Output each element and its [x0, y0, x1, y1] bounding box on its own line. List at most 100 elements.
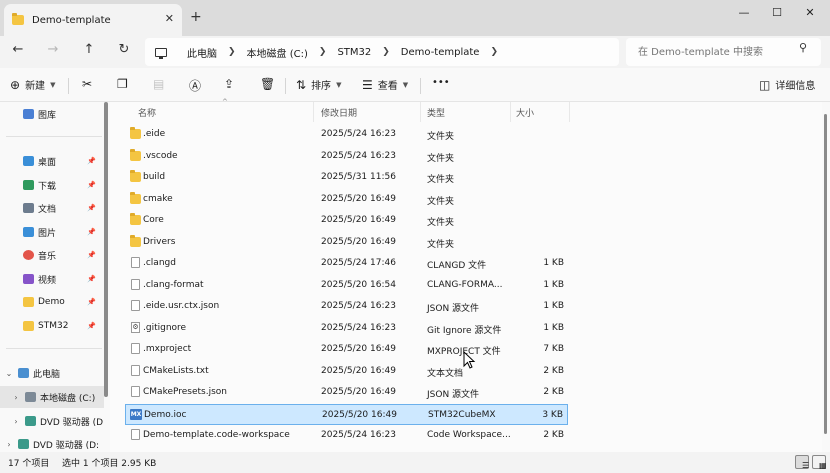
file-modified-date: 2025/5/24 16:23 — [321, 150, 396, 161]
sidebar-item-dvd-drive-2[interactable]: › DVD 驱动器 (D: — [0, 433, 104, 452]
file-type: Git Ignore 源文件 — [427, 325, 502, 336]
pin-icon: 📌 — [87, 251, 96, 259]
breadcrumb-stm32[interactable]: STM32 — [337, 47, 371, 58]
up-button[interactable]: ↑ — [80, 42, 98, 57]
view-button[interactable]: ☰ 查看 ▼ — [362, 77, 408, 93]
sidebar-item-videos[interactable]: 视频 📌 — [0, 268, 104, 290]
file-icon — [131, 300, 140, 311]
sidebar-item-this-pc[interactable]: ⌄ 此电脑 — [0, 362, 104, 384]
sidebar-item-gallery[interactable]: 图库 — [0, 103, 104, 125]
minimize-button[interactable]: — — [734, 6, 754, 19]
sidebar-item-downloads[interactable]: 下载 📌 — [0, 174, 104, 196]
file-row[interactable]: Drivers 2025/5/20 16:49 文件夹 — [125, 232, 568, 253]
new-tab-button[interactable]: + — [190, 9, 202, 25]
address-bar[interactable]: 此电脑 ❯ 本地磁盘 (C:) ❯ STM32 ❯ Demo-template … — [145, 38, 619, 66]
close-tab-icon[interactable]: ✕ — [165, 12, 174, 25]
copy-button[interactable]: ❐ — [117, 77, 133, 91]
column-header-modified[interactable]: 修改日期 — [321, 106, 357, 119]
desktop-icon — [23, 156, 34, 166]
file-row[interactable]: .eide.usr.ctx.json 2025/5/24 16:23 JSON 源文… — [125, 296, 568, 317]
file-type: CLANGD 文件 — [427, 261, 487, 271]
details-pane-button[interactable]: ◫ 详细信息 — [759, 77, 815, 93]
sort-button[interactable]: ⇅ 排序 ▼ — [296, 77, 342, 93]
sidebar-item-music[interactable]: 音乐 📌 — [0, 244, 104, 266]
search-input[interactable] — [626, 38, 821, 66]
sidebar-item-dvd-drive[interactable]: › DVD 驱动器 (D — [0, 410, 104, 432]
file-modified-date: 2025/5/24 16:23 — [321, 301, 396, 311]
file-row[interactable]: cmake 2025/5/20 16:49 文件夹 — [125, 189, 568, 210]
cut-button[interactable]: ✂ — [82, 77, 97, 91]
file-row[interactable]: .eide 2025/5/24 16:23 文件夹 — [125, 124, 568, 145]
chevron-right-icon[interactable]: › — [3, 440, 15, 449]
file-row[interactable]: CMakePresets.json 2025/5/20 16:49 JSON 源文件… — [125, 382, 568, 403]
sidebar-item-label: Demo — [38, 297, 65, 307]
file-row[interactable]: .clangd 2025/5/24 17:46 CLANGD 文件 1 KB — [125, 253, 568, 274]
file-row[interactable]: .mxproject 2025/5/20 16:49 MXPROJECT 文件 7 K… — [125, 339, 568, 360]
sort-ascending-icon: ^ — [222, 98, 228, 106]
sidebar-item-desktop[interactable]: 桌面 📌 — [0, 150, 104, 172]
sidebar-item-label: 文档 — [38, 204, 57, 215]
file-type: Code Workspace... — [427, 430, 511, 440]
column-divider[interactable] — [510, 102, 511, 122]
file-type: 文件夹 — [427, 196, 455, 207]
search-icon[interactable]: ⚲ — [799, 41, 807, 54]
file-size: 2 KB — [543, 387, 564, 397]
more-options-button[interactable]: ••• — [432, 77, 450, 88]
sort-label: 排序 — [311, 81, 332, 92]
sidebar-item-label: 下载 — [38, 181, 57, 192]
scrollbar-thumb[interactable] — [824, 114, 827, 434]
chevron-right-icon[interactable]: ❯ — [490, 47, 498, 57]
details-view-button[interactable]: ☰ — [795, 455, 809, 470]
refresh-button[interactable]: ↻ — [115, 42, 133, 57]
column-divider[interactable] — [313, 102, 314, 122]
column-header-size[interactable]: 大小 — [516, 106, 534, 119]
sidebar-item-local-disk[interactable]: › 本地磁盘 (C:) — [0, 386, 104, 408]
chevron-down-icon: ▼ — [336, 80, 342, 89]
file-row[interactable]: Demo-template.code-workspace 2025/5/24 16… — [125, 425, 568, 446]
close-window-button[interactable]: ✕ — [800, 6, 820, 19]
sidebar-item-documents[interactable]: 文档 📌 — [0, 197, 104, 219]
chevron-right-icon[interactable]: ❯ — [228, 47, 236, 57]
maximize-button[interactable]: ☐ — [767, 6, 787, 19]
share-button[interactable]: ⇪ — [224, 77, 239, 91]
back-button[interactable]: ← — [9, 42, 27, 57]
file-row[interactable]: .vscode 2025/5/24 16:23 文件夹 — [125, 146, 568, 167]
sidebar-item-stm32[interactable]: STM32 📌 — [0, 315, 104, 337]
column-divider[interactable] — [420, 102, 421, 122]
delete-button[interactable]: 🗑 — [260, 77, 280, 91]
sidebar-scrollbar[interactable] — [104, 102, 108, 397]
item-count: 17 个项目 — [8, 459, 50, 469]
column-header-type[interactable]: 类型 — [427, 106, 445, 119]
breadcrumb-this-pc[interactable]: 此电脑 — [187, 45, 217, 60]
file-row[interactable]: ⚙ .gitignore 2025/5/24 16:23 Git Ignore 源文件… — [125, 318, 568, 339]
tiles-view-button[interactable]: ▦ — [812, 455, 827, 470]
dvd-icon — [18, 439, 29, 449]
chevron-right-icon[interactable]: › — [10, 417, 22, 426]
paste-button[interactable]: ▤ — [153, 77, 169, 91]
new-label: 新建 — [25, 81, 46, 92]
chevron-down-icon[interactable]: ⌄ — [3, 369, 15, 378]
breadcrumb-demo-template[interactable]: Demo-template — [401, 47, 480, 58]
file-row[interactable]: build 2025/5/31 11:56 文件夹 — [125, 167, 568, 188]
chevron-right-icon[interactable]: ❯ — [382, 47, 390, 57]
new-button[interactable]: ⊕ 新建 ▼ — [10, 77, 55, 93]
file-row[interactable]: Core 2025/5/20 16:49 文件夹 — [125, 210, 568, 231]
gallery-icon — [23, 109, 34, 119]
sidebar-item-demo[interactable]: Demo 📌 — [0, 291, 104, 313]
file-row[interactable]: MX Demo.ioc 2025/5/20 16:49 STM32CubeMX 3 KB — [125, 403, 568, 425]
column-header-name[interactable]: 名称 — [138, 106, 156, 119]
file-list-scrollbar[interactable] — [822, 102, 830, 452]
breadcrumb-local-disk[interactable]: 本地磁盘 (C:) — [247, 45, 308, 60]
file-name: .vscode — [143, 150, 178, 161]
sidebar-item-label: 本地磁盘 (C:) — [40, 393, 96, 404]
column-divider[interactable] — [569, 102, 570, 122]
file-row[interactable]: .clang-format 2025/5/20 16:54 CLANG-FORMA.… — [125, 275, 568, 296]
folder-icon — [130, 148, 141, 161]
chevron-right-icon[interactable]: › — [10, 393, 22, 402]
sidebar-item-pictures[interactable]: 图片 📌 — [0, 221, 104, 243]
tab-demo-template[interactable]: Demo-template ✕ — [4, 4, 182, 36]
rename-button[interactable]: Ⓐ — [189, 77, 206, 94]
forward-button[interactable]: → — [44, 42, 62, 57]
chevron-right-icon[interactable]: ❯ — [319, 47, 327, 57]
file-row[interactable]: CMakeLists.txt 2025/5/20 16:49 文本文档 2 KB — [125, 361, 568, 382]
